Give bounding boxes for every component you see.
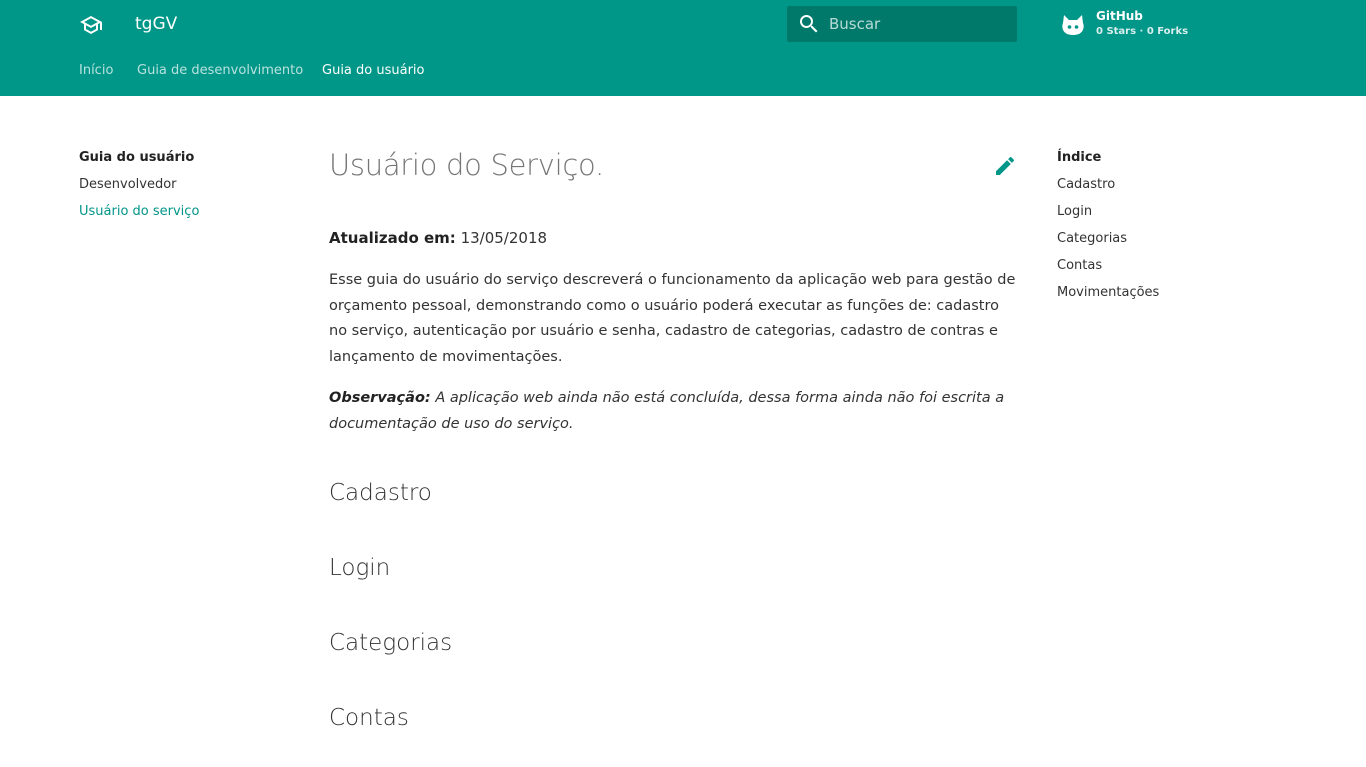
github-icon [1062, 15, 1084, 35]
school-icon [80, 16, 102, 34]
repo-name: GitHub [1096, 9, 1143, 23]
section-heading-contas: Contas [329, 705, 409, 731]
updated-label: Atualizado em: [329, 229, 456, 247]
toc-item-cadastro[interactable]: Cadastro [1057, 177, 1115, 192]
toc-title: Índice [1057, 150, 1102, 165]
toc-item-movimentacoes[interactable]: Movimentações [1057, 285, 1159, 300]
intro-paragraph: Esse guia do usuário do serviço descreve… [329, 272, 1016, 366]
section-heading-categorias: Categorias [329, 630, 453, 656]
note-label: Observação: [329, 390, 431, 406]
search-icon [800, 15, 818, 33]
repo-stats: 0 Stars · 0 Forks [1096, 26, 1189, 37]
updated-value: 13/05/2018 [460, 229, 548, 247]
toc-item-contas[interactable]: Contas [1057, 258, 1102, 273]
tab-guia-de-desenvolvimento[interactable]: Guia de desenvolvimento [137, 63, 303, 78]
toc-item-login[interactable]: Login [1057, 204, 1092, 219]
toc-item-categorias[interactable]: Categorias [1057, 231, 1127, 246]
note-paragraph: Observação: A aplicação web ainda não es… [329, 386, 1017, 437]
pencil-icon [996, 156, 1015, 175]
tab-inicio[interactable]: Início [79, 63, 113, 78]
page-title: Usuário do Serviço. [329, 148, 604, 182]
note-text: A aplicação web ainda não está concluída… [329, 390, 1005, 432]
search-box[interactable] [787, 6, 1017, 42]
header: tgGV GitHub 0 Stars · 0 Forks Início Gui… [0, 0, 1366, 96]
section-heading-login: Login [329, 555, 391, 581]
section-heading-cadastro: Cadastro [329, 480, 432, 506]
github-repo-link[interactable]: GitHub 0 Stars · 0 Forks [1060, 8, 1220, 42]
site-title[interactable]: tgGV [135, 14, 177, 34]
search-input[interactable] [829, 12, 1009, 36]
nav-title: Guia do usuário [79, 150, 195, 165]
nav-item-desenvolvedor[interactable]: Desenvolvedor [79, 177, 177, 192]
nav-item-usuario-do-servico[interactable]: Usuário do serviço [79, 204, 199, 219]
tab-guia-do-usuario[interactable]: Guia do usuário [322, 63, 425, 78]
updated-date: Atualizado em: 13/05/2018 [329, 229, 547, 247]
